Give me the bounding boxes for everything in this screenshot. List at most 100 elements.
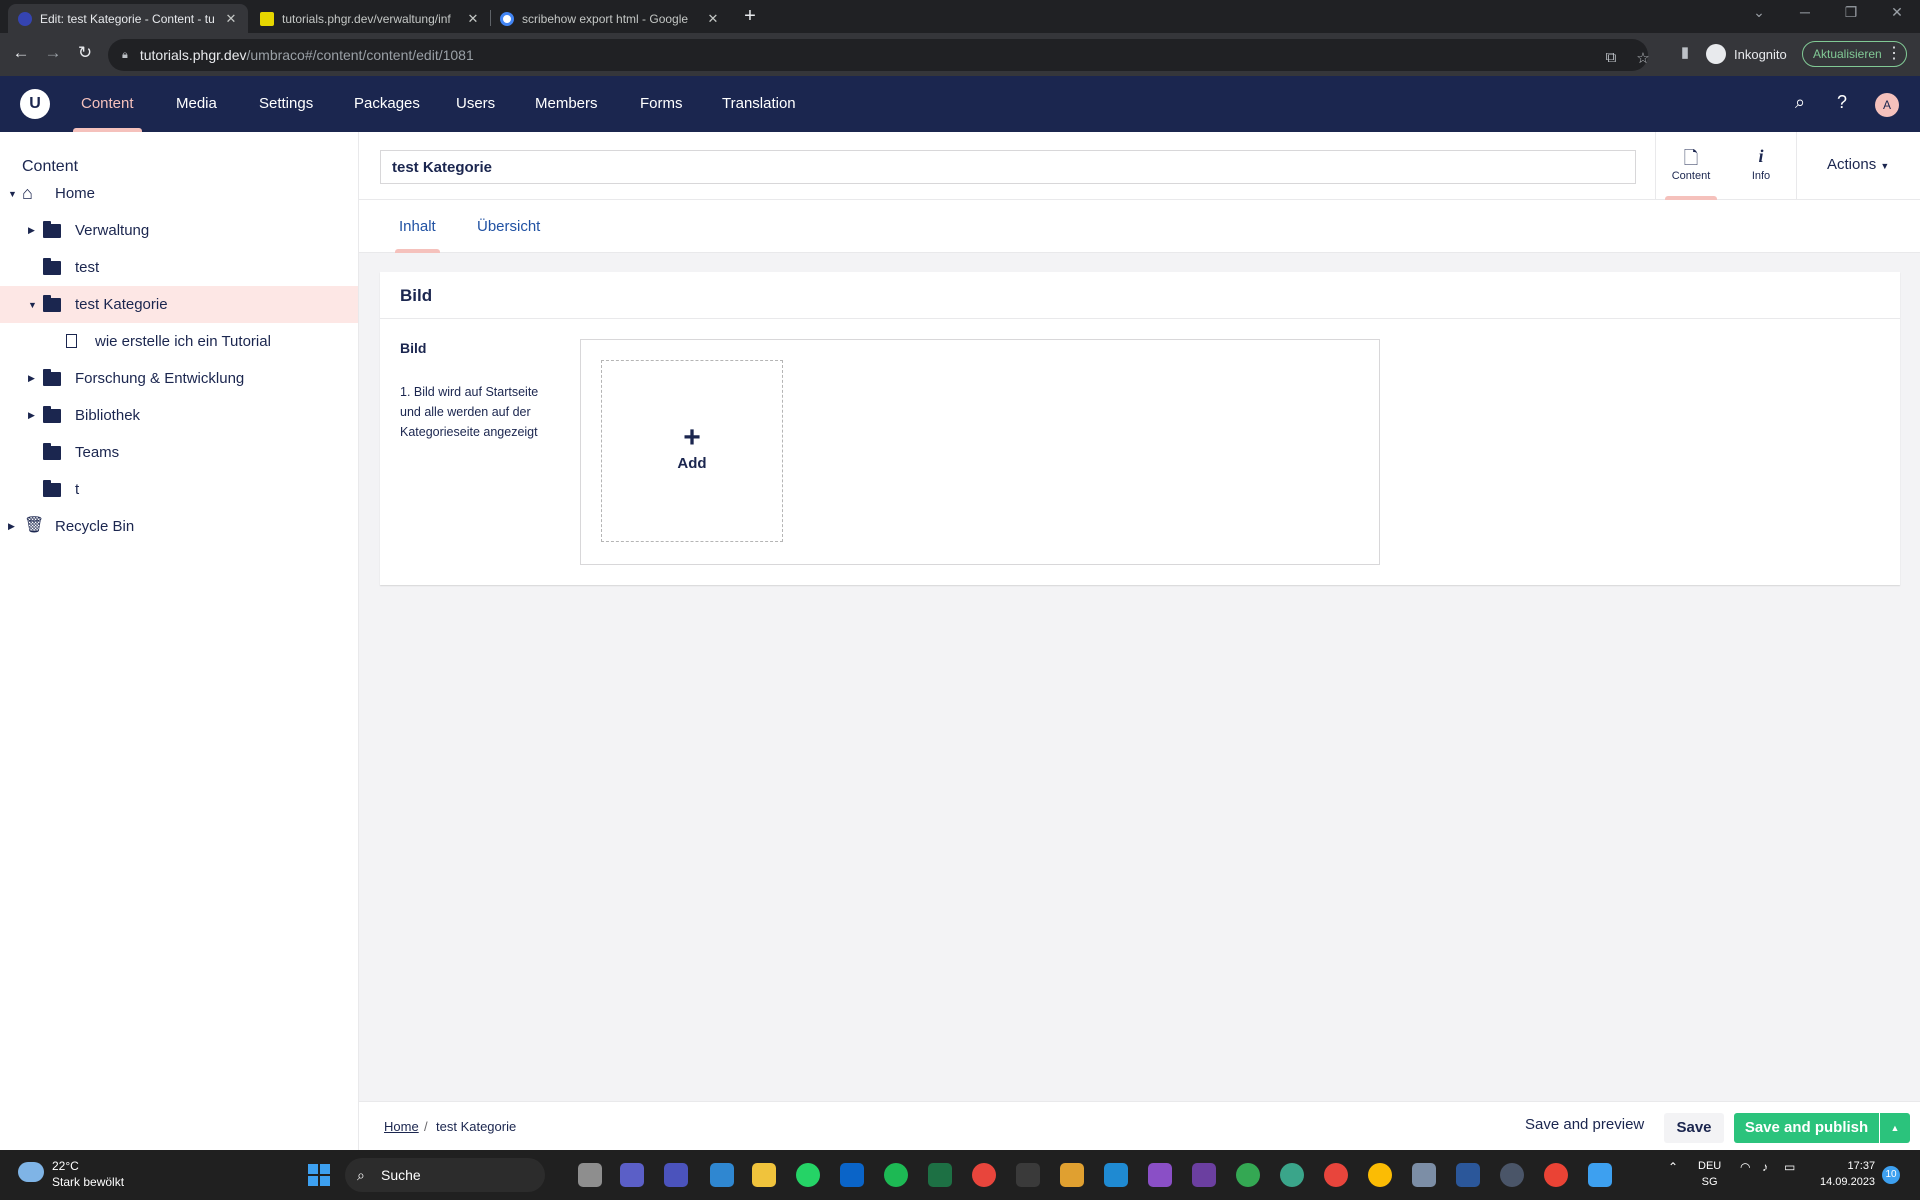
tree-node-bibliothek[interactable]: ▶ Bibliothek — [0, 397, 358, 434]
tab-uebersicht[interactable]: Übersicht — [477, 200, 540, 253]
close-tab-icon[interactable]: ✕ — [224, 11, 238, 27]
chrome-profile-icon[interactable] — [1236, 1163, 1260, 1187]
section-settings[interactable]: Settings — [259, 76, 313, 132]
breadcrumb-home[interactable]: Home — [384, 1119, 419, 1134]
section-users[interactable]: Users — [456, 76, 495, 132]
task-view-icon[interactable] — [578, 1163, 602, 1187]
minimize-icon[interactable]: ─ — [1790, 4, 1820, 20]
tree-node-recycle-bin[interactable]: ▶ 🗑︎ Recycle Bin — [0, 508, 358, 545]
paint-icon[interactable] — [1060, 1163, 1084, 1187]
caret-down-icon[interactable]: ▼ — [28, 300, 37, 310]
section-packages[interactable]: Packages — [354, 76, 420, 132]
wifi-icon[interactable]: ◠ — [1740, 1160, 1750, 1174]
save-and-publish-button[interactable]: Save and publish — [1734, 1113, 1879, 1143]
bookmark-star-icon[interactable]: ☆ — [1632, 49, 1654, 67]
start-button[interactable] — [308, 1164, 330, 1186]
restore-icon[interactable]: ❐ — [1836, 4, 1866, 21]
actions-dropdown[interactable]: Actions ▼ — [1827, 156, 1889, 173]
reload-icon[interactable]: ↻ — [73, 43, 97, 63]
umbraco-logo[interactable]: U — [20, 89, 50, 119]
tree-node-verwaltung[interactable]: ▶ Verwaltung — [0, 212, 358, 249]
close-window-icon[interactable]: ✕ — [1882, 4, 1912, 21]
app-icon[interactable] — [1500, 1163, 1524, 1187]
teams-icon[interactable] — [664, 1163, 688, 1187]
vscode-insiders-icon[interactable] — [710, 1163, 734, 1187]
lang-code: DEU — [1698, 1160, 1722, 1172]
translate-icon[interactable]: ⧉ — [1600, 49, 1622, 66]
battery-icon[interactable]: ▭ — [1784, 1160, 1795, 1174]
save-and-preview-button[interactable]: Save and preview — [1525, 1116, 1644, 1133]
caret-right-icon[interactable]: ▶ — [28, 225, 35, 236]
tree-node-tutorial[interactable]: wie erstelle ich ein Tutorial — [0, 323, 358, 360]
incognito-indicator[interactable]: Inkognito — [1706, 44, 1787, 64]
browser-tab-umbraco[interactable]: Edit: test Kategorie - Content - tu ✕ — [8, 4, 248, 33]
section-members[interactable]: Members — [535, 76, 598, 132]
terminal-icon[interactable] — [1016, 1163, 1040, 1187]
tree-node-forschung[interactable]: ▶ Forschung & Entwicklung — [0, 360, 358, 397]
publish-options-caret-icon[interactable]: ▲ — [1880, 1113, 1910, 1143]
app-icon[interactable] — [1192, 1163, 1216, 1187]
volume-icon[interactable]: ♪ — [1762, 1160, 1768, 1174]
chrome-icon[interactable] — [1368, 1163, 1392, 1187]
tab-search-icon[interactable]: ⌄ — [1744, 4, 1774, 21]
browser-tab-tutorials[interactable]: tutorials.phgr.dev/verwaltung/inf ✕ — [250, 4, 490, 33]
info-app-button[interactable]: i Info — [1727, 132, 1795, 200]
chrome-icon[interactable] — [1544, 1163, 1568, 1187]
tab-inhalt[interactable]: Inhalt — [395, 200, 440, 253]
save-button[interactable]: Save — [1664, 1113, 1724, 1143]
app-icon[interactable] — [1588, 1163, 1612, 1187]
back-icon[interactable]: ← — [9, 43, 33, 63]
weather-widget[interactable]: 22°C Stark bewölkt — [18, 1158, 124, 1190]
browser-toolbar: ← → ↻ 🔒︎ tutorials.phgr.dev /umbraco#/co… — [0, 33, 1920, 76]
close-tab-icon[interactable]: ✕ — [706, 11, 720, 27]
app-icon[interactable] — [1412, 1163, 1436, 1187]
address-bar[interactable]: 🔒︎ tutorials.phgr.dev /umbraco#/content/… — [108, 39, 1650, 71]
folder-icon — [43, 369, 61, 386]
tree-node-test-kategorie[interactable]: ▼ test Kategorie — [0, 286, 358, 323]
outlook-icon[interactable] — [840, 1163, 864, 1187]
input-language[interactable]: DEU SG — [1698, 1158, 1721, 1190]
clock[interactable]: 17:37 14.09.2023 — [1820, 1158, 1875, 1190]
caret-right-icon[interactable]: ▶ — [28, 373, 35, 384]
browser-menu-icon[interactable]: ⋮ — [1886, 43, 1902, 63]
actions-label: Actions — [1827, 156, 1877, 173]
caret-down-icon[interactable]: ▼ — [8, 189, 17, 199]
content-app-button[interactable]: 🗋︎ Content — [1657, 132, 1725, 200]
notification-badge[interactable]: 10 — [1882, 1166, 1900, 1184]
section-content[interactable]: Content — [73, 76, 142, 132]
section-forms[interactable]: Forms — [640, 76, 683, 132]
search-icon[interactable]: ⌕ — [1788, 92, 1812, 113]
word-icon[interactable] — [1456, 1163, 1480, 1187]
close-tab-icon[interactable]: ✕ — [466, 11, 480, 27]
help-icon[interactable]: ? — [1830, 92, 1854, 113]
whatsapp-icon[interactable] — [796, 1163, 820, 1187]
chrome-icon[interactable] — [1324, 1163, 1348, 1187]
add-media-button[interactable]: + Add — [601, 360, 783, 542]
file-explorer-icon[interactable] — [752, 1163, 776, 1187]
spotify-icon[interactable] — [884, 1163, 908, 1187]
tree-node-home[interactable]: ▼ ⌂ Home — [0, 175, 358, 212]
user-avatar[interactable]: A — [1875, 93, 1899, 117]
vscode-icon[interactable] — [1104, 1163, 1128, 1187]
node-name-input[interactable] — [380, 150, 1636, 184]
browser-tab-google[interactable]: scribehow export html - Google ✕ — [490, 4, 730, 33]
new-tab-button[interactable]: + — [738, 5, 762, 28]
tree-node-test[interactable]: test — [0, 249, 358, 286]
teams-chat-icon[interactable] — [620, 1163, 644, 1187]
tree-node-teams[interactable]: Teams — [0, 434, 358, 471]
tree-node-t[interactable]: t — [0, 471, 358, 508]
forward-icon[interactable]: → — [41, 43, 65, 63]
chrome-icon[interactable] — [972, 1163, 996, 1187]
taskbar-search[interactable]: ⌕ Suche — [345, 1158, 545, 1192]
section-media[interactable]: Media — [176, 76, 217, 132]
caret-right-icon[interactable]: ▶ — [28, 410, 35, 421]
visual-studio-icon[interactable] — [1148, 1163, 1172, 1187]
browser-tab-bar: Edit: test Kategorie - Content - tu ✕ tu… — [0, 0, 1920, 33]
plus-icon: + — [683, 421, 701, 454]
excel-icon[interactable] — [928, 1163, 952, 1187]
app-icon[interactable] — [1280, 1163, 1304, 1187]
tray-expand-icon[interactable]: ⌃ — [1668, 1160, 1678, 1174]
side-panel-icon[interactable]: ▮ — [1674, 43, 1696, 61]
caret-right-icon[interactable]: ▶ — [8, 521, 15, 532]
section-translation[interactable]: Translation — [722, 76, 796, 132]
